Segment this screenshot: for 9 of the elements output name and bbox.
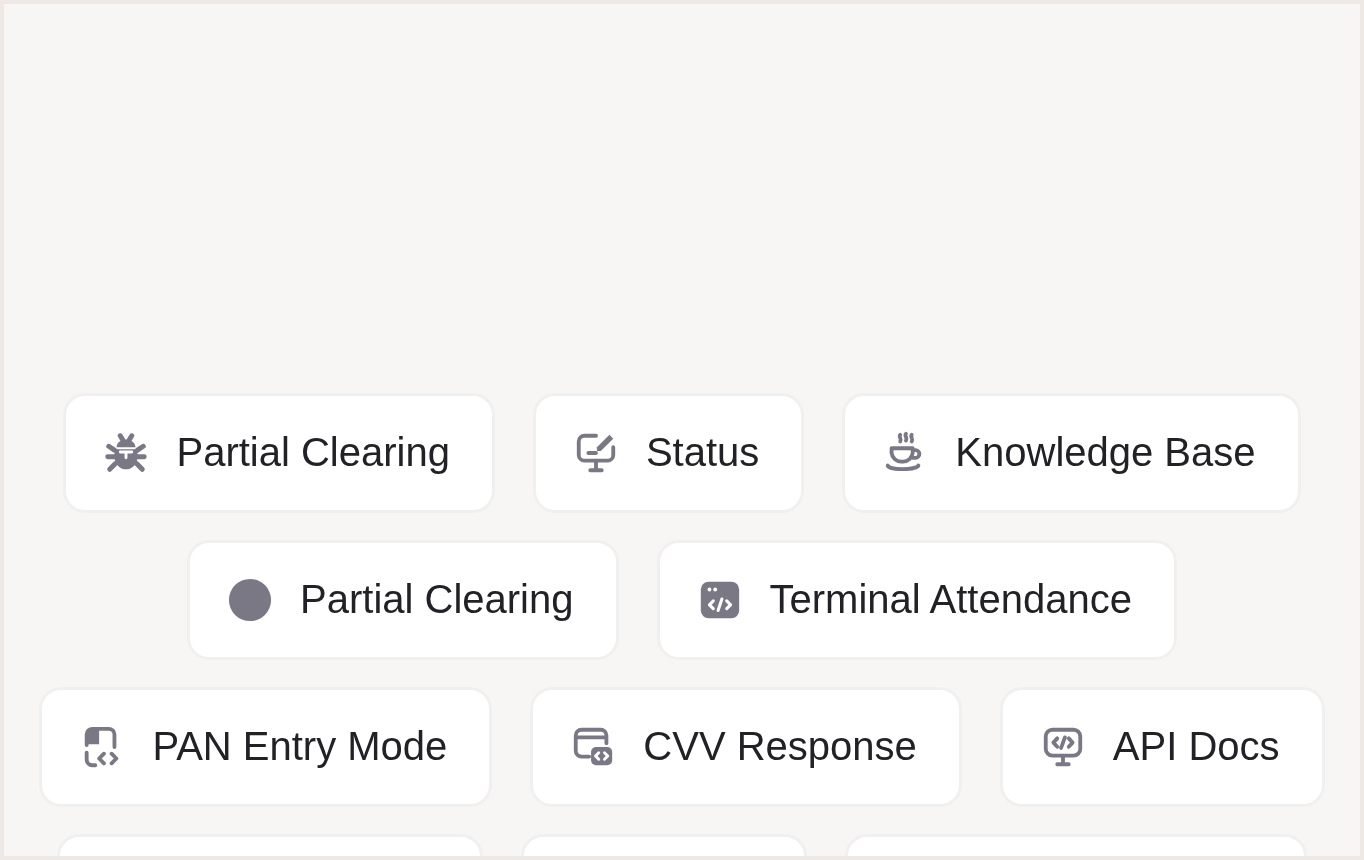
tag-chip[interactable]: Partial Clearing (187, 540, 619, 660)
tag-chip[interactable]: Status (532, 393, 805, 513)
tag-chip[interactable]: API Docs (999, 687, 1325, 807)
tag-chip[interactable]: CVV Response (530, 687, 962, 807)
tag-chip[interactable]: Partial Clearing (63, 393, 495, 513)
tag-chip[interactable]: Terminal Attendance (656, 540, 1177, 660)
tag-chip[interactable]: PAN Entry Mode (39, 687, 493, 807)
circle-icon (227, 577, 274, 623)
tag-chip[interactable]: Knowledge Base (842, 393, 1301, 513)
